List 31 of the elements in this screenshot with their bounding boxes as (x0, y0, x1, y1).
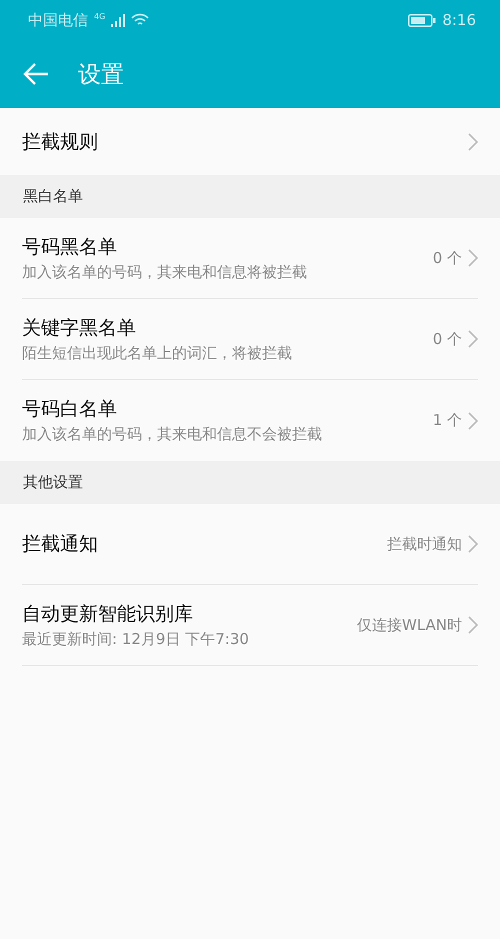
row-title: 号码白名单 (22, 397, 118, 422)
row-value: 仅连接WLAN时 (356, 616, 462, 634)
row-title: 拦截通知 (22, 532, 99, 557)
section-title: 黑白名单 (23, 187, 83, 206)
row-title: 拦截规则 (22, 130, 99, 154)
clock-time: 8:16 (442, 11, 476, 29)
chevron-right-icon (468, 330, 478, 348)
back-arrow-icon[interactable] (22, 62, 50, 86)
battery-icon (408, 14, 436, 26)
carrier-name: 中国电信 (28, 10, 88, 30)
chevron-right-icon (468, 412, 478, 430)
row-title: 关键字黑名单 (22, 316, 137, 340)
chevron-right-icon (468, 249, 478, 267)
chevron-right-icon (468, 132, 478, 150)
row-description: 陌生短信出现此名单上的词汇，将被拦截 (22, 342, 293, 364)
chevron-right-icon (468, 535, 478, 553)
row-value: 0 个 (432, 248, 462, 268)
row-title: 号码黑名单 (22, 234, 118, 260)
row-description: 最近更新时间: 12月9日 下午7:30 (22, 628, 250, 650)
row-value: 1 个 (432, 411, 462, 430)
row-description: 加入该名单的号码，其来电和信息将被拦截 (22, 262, 308, 282)
page-title: 设置 (78, 60, 124, 90)
section-title: 其他设置 (23, 473, 83, 492)
chevron-right-icon (468, 616, 478, 634)
row-title: 自动更新智能识别库 (22, 602, 194, 626)
row-description: 加入该名单的号码，其来电和信息不会被拦截 (22, 424, 322, 445)
network-type: 4G (94, 12, 106, 21)
row-value: 拦截时通知 (387, 534, 462, 554)
wifi-icon (131, 13, 150, 27)
signal-icon (111, 14, 126, 26)
row-value: 0 个 (432, 330, 462, 348)
